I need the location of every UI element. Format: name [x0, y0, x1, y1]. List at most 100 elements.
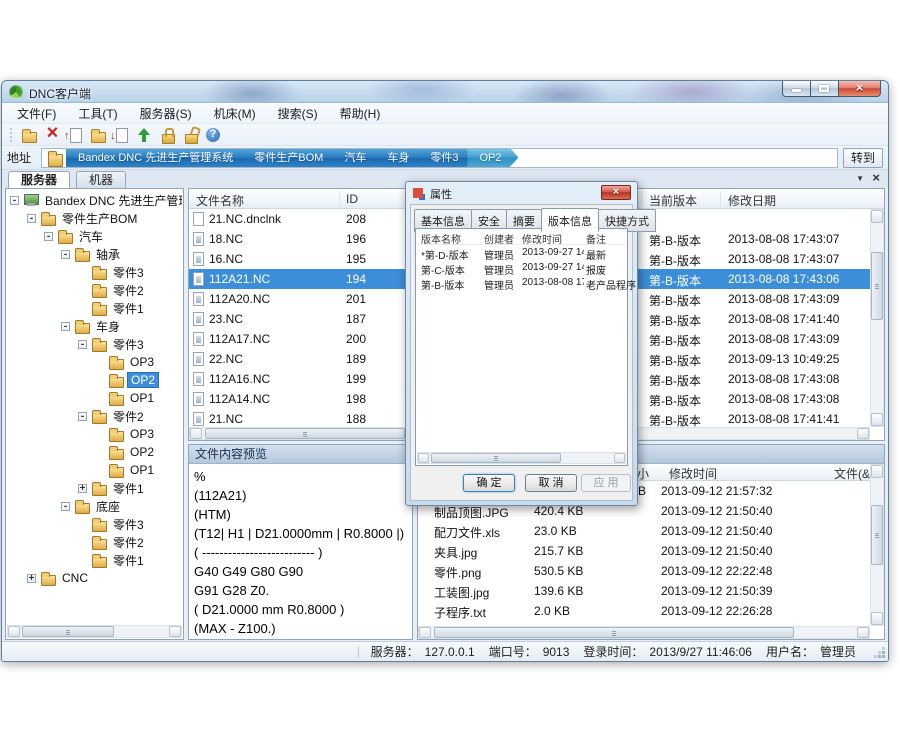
maximize-button[interactable] [811, 81, 838, 97]
scroll-right-button[interactable] [614, 453, 625, 463]
breadcrumb-item[interactable]: 零件3 [418, 148, 475, 168]
expander-icon[interactable] [61, 502, 70, 511]
expander-icon[interactable] [61, 250, 70, 259]
column-header-note[interactable]: 备注 [586, 231, 606, 246]
help-icon[interactable] [203, 125, 224, 145]
scroll-thumb[interactable] [434, 627, 794, 638]
menu-item[interactable]: 文件(F) [6, 103, 67, 124]
expander-icon[interactable] [78, 412, 87, 421]
tree-item[interactable]: 零件2 [7, 407, 182, 425]
menu-item[interactable]: 服务器(S) [129, 103, 203, 124]
file-list-v-scrollbar[interactable] [870, 209, 884, 427]
close-button[interactable]: × [838, 81, 881, 97]
version-row[interactable]: 第-C-版本 管理员 2013-09-27 14:... 报废 [416, 260, 627, 275]
scroll-right-button[interactable] [857, 627, 869, 638]
column-header-time[interactable]: 修改时间 [669, 465, 717, 482]
tree-item[interactable]: 零件3 [7, 335, 182, 353]
doc-tab[interactable]: 服务器 [8, 171, 70, 188]
tree-item[interactable]: CNC [7, 569, 182, 587]
upload-arrow-icon[interactable] [134, 125, 155, 145]
tree-item[interactable]: 车身 [7, 317, 182, 335]
tree-item[interactable]: 轴承 [7, 245, 182, 263]
scroll-thumb[interactable] [871, 505, 883, 565]
tree-item[interactable]: 汽车 [7, 227, 182, 245]
scroll-left-button[interactable] [190, 428, 202, 439]
expander-icon[interactable] [44, 232, 53, 241]
tree-item[interactable]: 底座 [7, 497, 182, 515]
menu-item[interactable]: 工具(T) [67, 103, 128, 124]
ok-button[interactable]: 确 定 [463, 474, 515, 492]
apply-button[interactable]: 应 用 [581, 474, 631, 492]
version-list-h-scrollbar[interactable] [417, 452, 626, 464]
scroll-thumb[interactable] [871, 252, 883, 320]
attachment-row[interactable]: 子程序.txt 2.0 KB 2013-09-12 22:26:28 [418, 601, 870, 621]
scroll-down-button[interactable] [871, 612, 883, 625]
menu-item[interactable]: 帮助(H) [329, 103, 392, 124]
cancel-button[interactable]: 取 消 [525, 474, 577, 492]
tree-item[interactable]: 零件1 [7, 299, 182, 317]
breadcrumb-item[interactable]: 零件生产BOM [242, 148, 340, 168]
attachment-row[interactable]: 夹具.jpg 215.7 KB 2013-09-12 21:50:40 [418, 541, 870, 561]
tree-item[interactable]: OP2 [7, 443, 182, 461]
scroll-thumb[interactable] [431, 453, 561, 463]
column-header-version-name[interactable]: 版本名称 [421, 231, 461, 246]
scroll-right-button[interactable] [857, 428, 869, 439]
new-folder-icon[interactable] [19, 125, 40, 145]
tree-item[interactable]: OP1 [7, 461, 182, 479]
column-header-name[interactable]: 文件名称 [196, 192, 244, 209]
column-header-date[interactable]: 修改日期 [728, 192, 776, 209]
tree-item[interactable]: OP3 [7, 353, 182, 371]
expander-icon[interactable] [78, 484, 87, 493]
attachments-v-scrollbar[interactable] [870, 464, 884, 626]
column-header-creator[interactable]: 创建者 [484, 231, 514, 246]
breadcrumb-item[interactable]: Bandex DNC 先进生产管理系统 [66, 148, 250, 168]
expander-icon[interactable] [27, 574, 36, 583]
version-row[interactable]: *第-D-版本 管理员 2013-09-27 14:... 最新 [416, 245, 627, 260]
scroll-thumb[interactable] [22, 626, 114, 637]
scroll-up-button[interactable] [871, 465, 883, 478]
title-bar[interactable]: DNC客户端 × [2, 81, 888, 103]
expander-icon[interactable] [61, 322, 70, 331]
expander-icon[interactable] [27, 214, 36, 223]
tree-item[interactable]: OP3 [7, 425, 182, 443]
scroll-left-button[interactable] [418, 453, 429, 463]
menu-item[interactable]: 机床(M) [203, 103, 267, 124]
resize-grip-icon[interactable] [882, 655, 885, 658]
doc-tab[interactable]: 机器 [76, 171, 126, 188]
file-download-icon[interactable] [111, 125, 132, 145]
tree-item[interactable]: 零件3 [7, 263, 182, 281]
expander-icon[interactable] [10, 196, 19, 205]
delete-icon[interactable] [42, 125, 63, 145]
attachments-h-scrollbar[interactable] [418, 626, 870, 639]
tree-item[interactable]: 零件2 [7, 281, 182, 299]
panel-close-icon[interactable]: × [872, 170, 880, 185]
unlock-icon[interactable] [180, 125, 201, 145]
tree-item[interactable]: OP2 [7, 371, 182, 389]
scroll-down-button[interactable] [871, 413, 883, 426]
expander-icon[interactable] [78, 340, 87, 349]
scroll-up-button[interactable] [871, 210, 883, 223]
go-button[interactable]: 转到 [843, 148, 883, 168]
attachment-row[interactable]: 工装图.jpg 139.6 KB 2013-09-12 21:50:39 [418, 581, 870, 601]
breadcrumb-item[interactable]: OP2 [467, 148, 518, 168]
lock-icon[interactable] [157, 125, 178, 145]
tree-item[interactable]: 零件生产BOM [7, 209, 182, 227]
tree-item[interactable]: 零件1 [7, 479, 182, 497]
scroll-thumb[interactable] [205, 428, 405, 439]
file-upload-icon[interactable] [65, 125, 86, 145]
scroll-left-button[interactable] [8, 626, 20, 637]
attachment-row[interactable]: 零件.png 530.5 KB 2013-09-12 22:22:48 [418, 561, 870, 581]
tree-item[interactable]: 零件2 [7, 533, 182, 551]
folder-checkin-icon[interactable] [88, 125, 109, 145]
dialog-tab[interactable]: 版本信息 [541, 208, 599, 232]
tree-h-scrollbar[interactable] [7, 625, 182, 638]
tree-item[interactable]: Bandex DNC 先进生产管理系统 [7, 191, 182, 209]
scroll-left-button[interactable] [419, 627, 431, 638]
tree-item[interactable]: 零件3 [7, 515, 182, 533]
column-header-id[interactable]: ID [346, 192, 358, 206]
attachment-row[interactable]: 配刀文件.xls 23.0 KB 2013-09-12 21:50:40 [418, 521, 870, 541]
dialog-close-button[interactable]: × [601, 185, 631, 200]
minimize-button[interactable] [782, 81, 811, 97]
tree-item[interactable]: 零件1 [7, 551, 182, 569]
column-header-modified[interactable]: 修改时间 [522, 231, 584, 246]
